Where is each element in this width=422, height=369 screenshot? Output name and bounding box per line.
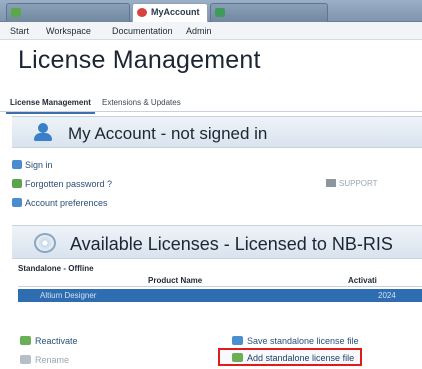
my-account-section-header: My Account - not signed in [12, 116, 422, 148]
column-header-activation[interactable]: Activati [348, 275, 377, 287]
support-icon [326, 179, 336, 187]
rename-label: Rename [35, 355, 70, 365]
tab-my-account-label: MyAccount [151, 7, 200, 17]
tab-home[interactable] [6, 3, 130, 22]
column-header-product-name[interactable]: Product Name [148, 275, 202, 287]
user-icon [32, 123, 54, 143]
forgotten-password-link[interactable]: Forgotten password ? [12, 177, 112, 191]
license-grid-header: Product Name Activati [18, 275, 422, 287]
menu-item-start[interactable]: Start [10, 22, 29, 40]
menu-item-admin[interactable]: Admin [186, 22, 212, 40]
add-icon [232, 353, 243, 362]
support-link[interactable]: SUPPORT [326, 177, 378, 191]
license-disc-icon [34, 233, 56, 253]
my-account-title: My Account - not signed in [68, 124, 268, 143]
preferences-icon [12, 198, 22, 207]
sign-in-icon [12, 160, 22, 169]
save-icon [232, 336, 243, 345]
other-tab-icon [215, 8, 225, 17]
license-activation: 2024 [378, 291, 396, 300]
browser-tab-strip: MyAccount [0, 0, 422, 22]
rename-link[interactable]: Rename [20, 353, 69, 367]
add-standalone-label: Add standalone license file [247, 353, 355, 363]
table-row[interactable]: Altium Designer 2024 [18, 289, 422, 302]
reactivate-icon [20, 336, 31, 345]
rename-icon [20, 355, 31, 364]
account-preferences-link[interactable]: Account preferences [12, 196, 108, 210]
key-icon [12, 179, 22, 188]
save-standalone-license-link[interactable]: Save standalone license file [232, 334, 359, 348]
sub-tab-bar: License Management Extensions & Updates [0, 94, 422, 114]
menu-item-documentation[interactable]: Documentation [112, 22, 173, 40]
page-title: License Management [18, 46, 261, 74]
tab-other[interactable] [210, 3, 328, 22]
support-label: SUPPORT [339, 179, 378, 188]
sign-in-label: Sign in [25, 160, 53, 170]
license-group-label: Standalone - Offline [18, 264, 94, 273]
reactivate-link[interactable]: Reactivate [20, 334, 78, 348]
tab-my-account[interactable]: MyAccount [132, 3, 208, 22]
forgotten-password-label: Forgotten password ? [25, 179, 113, 189]
save-standalone-label: Save standalone license file [247, 336, 359, 346]
menu-item-workspace[interactable]: Workspace [46, 22, 91, 40]
subtab-license-management[interactable]: License Management [6, 94, 95, 114]
my-account-tab-icon [137, 8, 147, 17]
sign-in-link[interactable]: Sign in [12, 158, 53, 172]
license-product-name: Altium Designer [40, 291, 97, 300]
subtab-extensions-updates[interactable]: Extensions & Updates [98, 94, 185, 112]
available-licenses-title: Available Licenses - Licensed to NB-RIS [70, 234, 393, 254]
reactivate-label: Reactivate [35, 336, 78, 346]
menu-bar: Start Workspace Documentation Admin [0, 22, 422, 40]
add-standalone-license-link[interactable]: Add standalone license file [218, 348, 363, 366]
available-licenses-section-header: Available Licenses - Licensed to NB-RIS [12, 225, 422, 259]
account-preferences-label: Account preferences [25, 198, 108, 208]
home-tab-icon [11, 8, 21, 17]
